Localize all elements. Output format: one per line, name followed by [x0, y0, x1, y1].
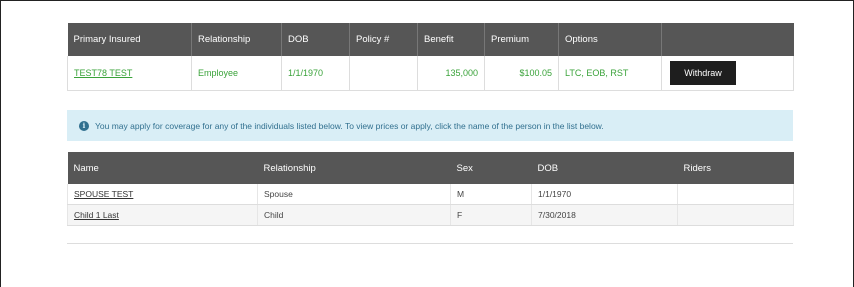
info-alert-text: You may apply for coverage for any of th…: [95, 120, 604, 131]
primary-insured-name-link[interactable]: TEST78 TEST: [74, 68, 132, 78]
cell-name: Child 1 Last: [67, 204, 258, 226]
col-header-benefit: Benefit: [417, 23, 485, 56]
cell-riders: [677, 184, 794, 205]
col-header-primary-insured: Primary Insured: [67, 23, 192, 56]
cell-primary-benefit: 135,000: [417, 56, 485, 91]
col-header-policy: Policy #: [349, 23, 418, 56]
cell-sex: F: [450, 204, 532, 226]
info-alert: i You may apply for coverage for any of …: [67, 110, 793, 141]
cell-primary-action: Withdraw: [661, 56, 794, 91]
cell-relationship: Child: [257, 204, 451, 226]
cell-name: SPOUSE TEST: [67, 184, 258, 205]
people-header-row: Name Relationship Sex DOB Riders: [67, 152, 794, 184]
col-header-dob: DOB: [531, 152, 678, 184]
cell-primary-relationship: Employee: [191, 56, 282, 91]
col-header-riders: Riders: [677, 152, 794, 184]
cell-sex: M: [450, 184, 532, 205]
col-header-premium: Premium: [484, 23, 559, 56]
cell-dob: 1/1/1970: [531, 184, 678, 205]
cell-relationship: Spouse: [257, 184, 451, 205]
cell-primary-name: TEST78 TEST: [67, 56, 192, 91]
info-icon: i: [79, 120, 89, 131]
cell-primary-options: LTC, EOB, RST: [558, 56, 662, 91]
cell-primary-policy: [349, 56, 418, 91]
cell-dob: 7/30/2018: [531, 204, 678, 226]
cell-primary-premium: $100.05: [484, 56, 559, 91]
cell-riders: [677, 204, 794, 226]
col-header-dob: DOB: [281, 23, 350, 56]
eligible-people-table: Name Relationship Sex DOB Riders SPOUSE …: [67, 152, 794, 226]
cell-primary-dob: 1/1/1970: [281, 56, 350, 91]
person-name-link[interactable]: Child 1 Last: [74, 210, 119, 220]
table-row: SPOUSE TEST Spouse M 1/1/1970: [67, 184, 794, 205]
col-header-action: [661, 23, 794, 56]
col-header-relationship: Relationship: [257, 152, 451, 184]
col-header-options: Options: [558, 23, 662, 56]
withdraw-button[interactable]: Withdraw: [670, 61, 736, 85]
col-header-sex: Sex: [450, 152, 532, 184]
col-header-relationship: Relationship: [191, 23, 282, 56]
primary-header-row: Primary Insured Relationship DOB Policy …: [67, 23, 794, 56]
table-row: Child 1 Last Child F 7/30/2018: [67, 204, 794, 226]
col-header-name: Name: [67, 152, 258, 184]
person-name-link[interactable]: SPOUSE TEST: [74, 189, 133, 199]
primary-insured-row: TEST78 TEST Employee 1/1/1970 135,000 $1…: [67, 56, 794, 91]
divider: [67, 243, 793, 244]
primary-insured-table: Primary Insured Relationship DOB Policy …: [67, 23, 794, 91]
